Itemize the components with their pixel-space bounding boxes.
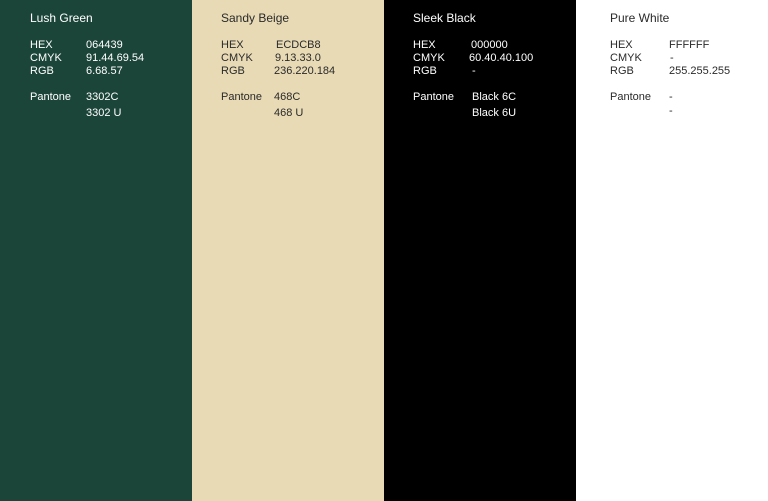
pantone-value-uncoated: 3302 U — [86, 107, 122, 119]
color-palette: Lush Green HEX 064439 CMYK 91.44.69.54 R… — [0, 0, 768, 501]
pantone-value-uncoated: 468 U — [274, 107, 304, 119]
rgb-label: RGB — [610, 65, 634, 77]
cmyk-label: CMYK — [221, 52, 253, 64]
rgb-value: 6.68.57 — [86, 65, 123, 77]
cmyk-value: - — [670, 52, 674, 64]
pantone-label: Pantone — [221, 91, 262, 103]
cmyk-value: 91.44.69.54 — [86, 52, 145, 64]
hex-label: HEX — [30, 39, 53, 51]
swatch-lush-green: Lush Green HEX 064439 CMYK 91.44.69.54 R… — [0, 0, 192, 501]
cmyk-value: 60.40.40.100 — [469, 52, 534, 64]
hex-value: ECDCB8 — [276, 39, 321, 51]
swatch-name: Sleek Black — [413, 11, 476, 25]
rgb-label: RGB — [413, 65, 437, 77]
pantone-value-coated: - — [669, 91, 673, 103]
rgb-value: 255.255.255 — [669, 65, 731, 77]
cmyk-label: CMYK — [610, 52, 642, 64]
rgb-label: RGB — [221, 65, 245, 77]
pantone-value-uncoated: Black 6U — [472, 107, 517, 119]
cmyk-label: CMYK — [413, 52, 445, 64]
hex-label: HEX — [221, 39, 244, 51]
rgb-label: RGB — [30, 65, 54, 77]
swatch-name: Lush Green — [30, 11, 93, 25]
swatch-name: Sandy Beige — [221, 11, 290, 25]
cmyk-label: CMYK — [30, 52, 62, 64]
hex-label: HEX — [413, 39, 436, 51]
cmyk-value: 9.13.33.0 — [275, 52, 321, 64]
rgb-value: - — [472, 65, 476, 77]
swatch-sandy-beige: Sandy Beige HEX ECDCB8 CMYK 9.13.33.0 RG… — [192, 0, 384, 501]
pantone-value-coated: Black 6C — [472, 91, 517, 103]
rgb-value: 236.220.184 — [274, 65, 336, 77]
pantone-label: Pantone — [610, 91, 651, 103]
swatch-sleek-black: Sleek Black HEX 000000 CMYK 60.40.40.100… — [384, 0, 576, 501]
hex-label: HEX — [610, 39, 633, 51]
hex-value: 000000 — [471, 39, 508, 51]
hex-value: FFFFFF — [669, 39, 710, 51]
pantone-value-uncoated: - — [669, 105, 673, 117]
swatch-pure-white: Pure White HEX FFFFFF CMYK - RGB 255.255… — [576, 0, 768, 501]
pantone-value-coated: 3302C — [86, 91, 119, 103]
swatch-name: Pure White — [610, 11, 670, 25]
pantone-value-coated: 468C — [274, 91, 301, 103]
pantone-label: Pantone — [30, 91, 71, 103]
pantone-label: Pantone — [413, 91, 454, 103]
hex-value: 064439 — [86, 39, 123, 51]
